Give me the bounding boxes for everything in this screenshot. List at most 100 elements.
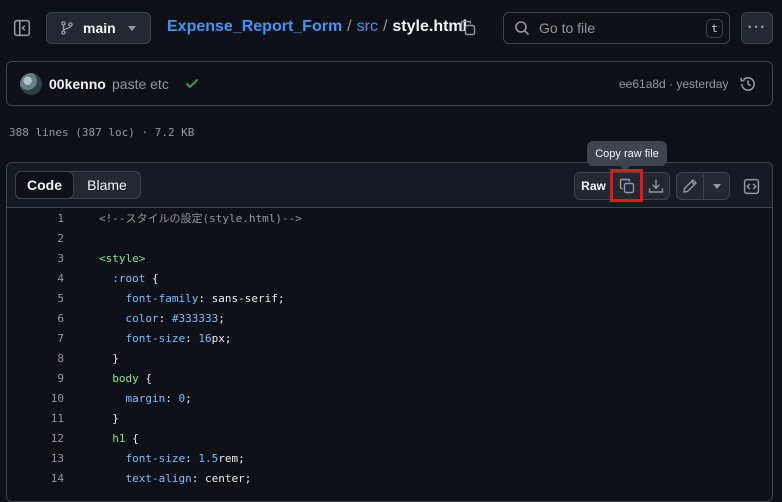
code-token: :	[185, 452, 199, 465]
code-text: font-size: 16px;	[99, 329, 231, 349]
line-number[interactable]: 12	[7, 429, 64, 449]
code-token: :	[165, 392, 179, 405]
code-token: margin	[99, 392, 166, 405]
symbols-panel-button[interactable]	[736, 172, 766, 200]
breadcrumb-separator: /	[382, 18, 388, 35]
search-icon	[515, 21, 530, 36]
code-text: font-family: sans-serif;	[99, 289, 284, 309]
edit-options-button[interactable]	[703, 172, 730, 200]
code-token: font-family	[99, 292, 199, 305]
line-number[interactable]: 8	[7, 349, 64, 369]
code-text: body {	[99, 369, 152, 389]
code-text: text-align: center;	[99, 469, 251, 489]
code-line: 11 }	[7, 409, 772, 429]
code-line: 10 margin: 0;	[7, 389, 772, 409]
breadcrumb-separator: /	[347, 18, 352, 35]
go-to-file-search[interactable]: Go to file t	[503, 12, 730, 44]
line-number[interactable]: 6	[7, 309, 64, 329]
code-token: px;	[211, 332, 232, 345]
branch-selector-button[interactable]: main	[46, 12, 151, 44]
view-mode-toggle: Code Blame	[15, 171, 141, 199]
code-token: }	[99, 412, 119, 425]
code-token: <style>	[99, 252, 146, 265]
line-number[interactable]: 5	[7, 289, 64, 309]
code-token: h1	[99, 432, 133, 445]
git-branch-icon	[61, 21, 73, 35]
code-token: color	[99, 312, 159, 325]
line-number[interactable]: 11	[7, 409, 64, 429]
chevron-down-icon	[128, 26, 136, 31]
code-line: 9 body {	[7, 369, 772, 389]
check-icon[interactable]	[184, 74, 200, 92]
breadcrumb: Expense_Report_Form / src / style.html	[167, 18, 467, 36]
sidebar-collapse-icon	[13, 19, 31, 37]
breadcrumb-repo-link[interactable]: Expense_Report_Form	[167, 18, 342, 36]
commit-hash-time[interactable]: ee61a8d · yesterday	[619, 77, 728, 91]
code-text: font-size: 1.5rem;	[99, 449, 245, 469]
history-button[interactable]	[738, 74, 758, 94]
file-header: Code Blame Raw	[7, 163, 772, 208]
download-icon	[648, 179, 663, 193]
line-number[interactable]: 14	[7, 469, 64, 489]
line-number[interactable]: 2	[7, 229, 64, 249]
code-token: 16	[198, 332, 212, 345]
code-token: :	[185, 332, 199, 345]
line-number[interactable]: 10	[7, 389, 64, 409]
file-viewer: Code Blame Raw 1 <!--スタイルの設定(style.html)…	[6, 162, 773, 502]
line-number[interactable]: 13	[7, 449, 64, 469]
line-number[interactable]: 9	[7, 369, 64, 389]
code-token: font-size	[99, 452, 186, 465]
copy-raw-file-button[interactable]	[612, 172, 642, 200]
commit-author[interactable]: 00kenno	[49, 76, 106, 92]
code-token: {	[145, 372, 152, 385]
download-raw-button[interactable]	[641, 172, 670, 200]
line-number[interactable]: 1	[7, 209, 64, 229]
chevron-down-icon	[712, 183, 721, 189]
copy-path-button[interactable]	[456, 16, 480, 40]
tab-code[interactable]: Code	[15, 171, 74, 199]
code-token: <!--スタイルの設定(style.html)-->	[99, 212, 302, 225]
code-token: font-size	[99, 332, 186, 345]
history-icon	[740, 77, 755, 91]
breadcrumb-folder-link[interactable]: src	[357, 18, 378, 36]
code-text: }	[99, 349, 119, 369]
branch-name: main	[83, 20, 116, 36]
code-token: rem;	[218, 452, 245, 465]
line-number[interactable]: 7	[7, 329, 64, 349]
code-line: 1 <!--スタイルの設定(style.html)-->	[7, 209, 772, 229]
copy-icon	[460, 20, 476, 36]
code-line: 13 font-size: 1.5rem;	[7, 449, 772, 469]
code-token: :	[158, 312, 172, 325]
raw-button[interactable]: Raw	[574, 172, 613, 200]
code-token: ;	[218, 312, 225, 325]
latest-commit-bar: 00kenno paste etc ee61a8d · yesterday	[6, 61, 773, 106]
kebab-horizontal-icon: ···	[747, 19, 767, 36]
code-view[interactable]: 1 <!--スタイルの設定(style.html)--> 2 3 <style> 4 :r…	[7, 209, 772, 489]
tab-blame[interactable]: Blame	[74, 172, 140, 198]
code-line: 5 font-family: sans-serif;	[7, 289, 772, 309]
code-token: body	[99, 372, 146, 385]
code-line: 6 color: #333333;	[7, 309, 772, 329]
code-line: 2	[7, 229, 772, 249]
code-text: }	[99, 409, 119, 429]
more-options-button[interactable]: ···	[741, 12, 773, 44]
code-token: 1.5	[198, 452, 219, 465]
code-text: color: #333333;	[99, 309, 225, 329]
code-line: 12 h1 {	[7, 429, 772, 449]
edit-file-button[interactable]	[676, 172, 704, 200]
code-token: text-align	[99, 472, 192, 485]
code-text: <!--スタイルの設定(style.html)-->	[99, 209, 302, 229]
code-token: :root	[99, 272, 152, 285]
sidebar-toggle-button[interactable]	[9, 14, 35, 42]
code-text: :root {	[99, 269, 158, 289]
code-token: : center;	[191, 472, 252, 485]
line-number[interactable]: 3	[7, 249, 64, 269]
code-line: 3 <style>	[7, 249, 772, 269]
commit-message[interactable]: paste etc	[112, 76, 169, 92]
code-line: 4 :root {	[7, 269, 772, 289]
line-number[interactable]: 4	[7, 269, 64, 289]
avatar[interactable]	[20, 73, 42, 95]
code-square-icon	[743, 178, 759, 194]
code-line: 14 text-align: center;	[7, 469, 772, 489]
search-placeholder: Go to file	[539, 20, 596, 36]
